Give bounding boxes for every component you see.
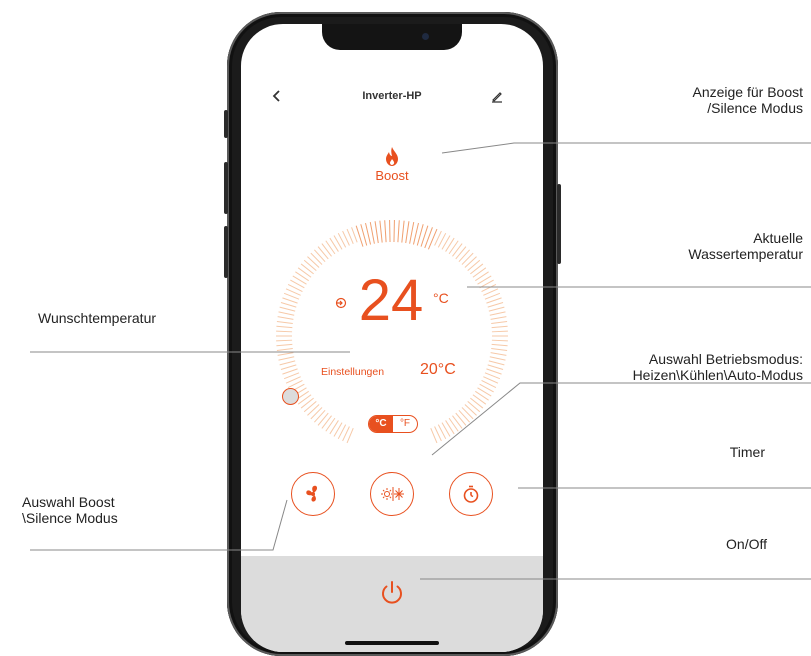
annotation-line: Wunschtemperatur <box>38 310 157 326</box>
annotation-line: /Silence Modus <box>707 100 803 116</box>
annotation-line: \Silence Modus <box>22 510 118 526</box>
annotation-mode-select: Auswahl Betriebsmodus: Heizen\Kühlen\Aut… <box>633 351 803 383</box>
annotation-lines <box>30 142 811 580</box>
annotation-timer: Timer <box>730 444 765 460</box>
annotation-line: Wassertemperatur <box>688 246 803 262</box>
annotation-line: Heizen\Kühlen\Auto-Modus <box>632 367 803 383</box>
annotation-line: Auswahl Betriebsmodus: <box>648 351 803 367</box>
annotation-line: Auswahl Boost <box>22 494 115 510</box>
annotation-line: Aktuelle <box>753 230 803 246</box>
annotation-boost-display: Anzeige für Boost /Silence Modus <box>692 84 803 116</box>
annotation-setpoint: Wunschtemperatur <box>38 310 156 326</box>
annotation-line: Timer <box>729 444 765 460</box>
annotation-boost-select: Auswahl Boost \Silence Modus <box>22 494 118 526</box>
annotation-line: On/Off <box>726 536 767 552</box>
annotation-line: Anzeige für Boost <box>692 84 803 100</box>
leader-boost-display <box>441 142 811 154</box>
annotation-water-temp: Aktuelle Wassertemperatur <box>688 230 803 262</box>
annotation-onoff: On/Off <box>726 536 767 552</box>
